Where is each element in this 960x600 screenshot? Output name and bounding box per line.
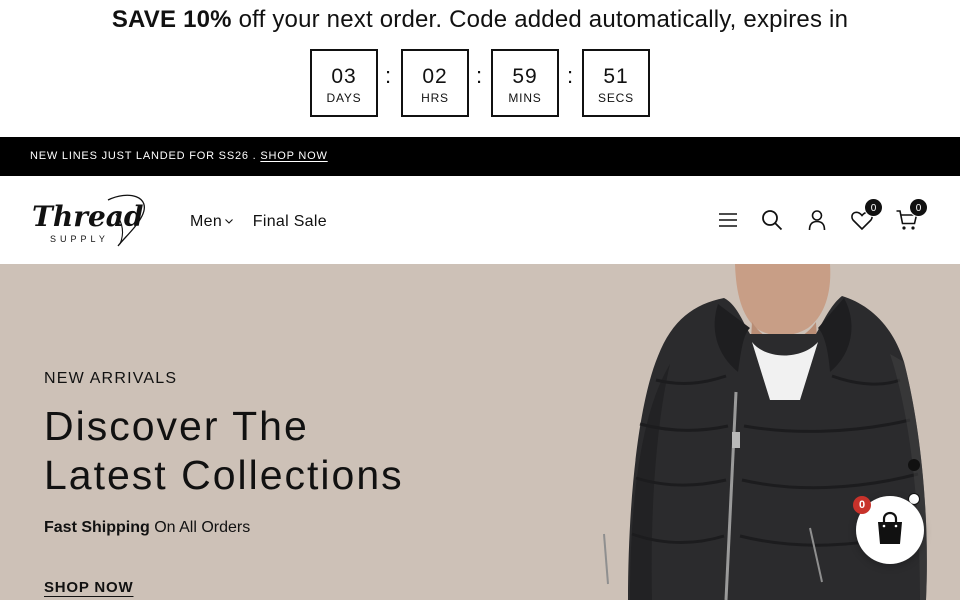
wishlist-count-badge: 0 (864, 198, 883, 217)
hero-banner: NEW ARRIVALS Discover The Latest Collect… (0, 264, 960, 600)
countdown-seconds: 51 SECS (582, 49, 650, 117)
cart-count-badge: 0 (909, 198, 928, 217)
countdown-seconds-value: 51 (603, 65, 629, 88)
main-navigation: Men Final Sale (190, 213, 341, 231)
promo-message-text: off your next order. Code added automati… (231, 6, 849, 33)
nav-item-men-label: Men (190, 213, 223, 231)
svg-text:Thread: Thread (32, 200, 143, 233)
hero-subline-bold: Fast Shipping (44, 519, 150, 536)
svg-text:SUPPLY: SUPPLY (50, 234, 109, 244)
hero-headline-line-2: Latest Collections (44, 452, 404, 498)
countdown-separator: : (385, 63, 392, 88)
countdown-minutes-value: 59 (512, 65, 538, 88)
menu-icon[interactable] (716, 208, 740, 232)
hero-headline: Discover The Latest Collections (44, 402, 404, 500)
countdown-seconds-label: SECS (598, 91, 634, 105)
slide-dot-1[interactable] (908, 459, 920, 471)
nav-item-final-sale[interactable]: Final Sale (253, 213, 327, 231)
countdown-days-label: DAYS (326, 91, 362, 105)
announcement-content: NEW LINES JUST LANDED FOR SS26 . SHOP NO… (30, 150, 328, 162)
hero-subline-text: On All Orders (149, 519, 251, 536)
countdown-hours-value: 02 (422, 65, 448, 88)
promo-countdown-banner: SAVE 10% off your next order. Code added… (0, 0, 960, 137)
countdown-separator: : (567, 63, 574, 88)
countdown-hours-label: HRS (421, 91, 449, 105)
countdown-hours: 02 HRS (401, 49, 469, 117)
promo-message: SAVE 10% off your next order. Code added… (0, 6, 960, 34)
countdown-days-value: 03 (331, 65, 357, 88)
site-header: Thread SUPPLY Men Final Sale 0 0 (0, 176, 960, 264)
countdown-minutes-label: MINS (508, 91, 542, 105)
search-icon[interactable] (760, 208, 784, 232)
announcement-text: NEW LINES JUST LANDED FOR SS26 . (30, 150, 261, 162)
announcement-bar: NEW LINES JUST LANDED FOR SS26 . SHOP NO… (0, 137, 960, 176)
nav-item-final-sale-label: Final Sale (252, 213, 327, 231)
hero-shop-now-button[interactable]: SHOP NOW (44, 579, 133, 596)
countdown-separator: : (476, 63, 483, 88)
countdown-minutes: 59 MINS (491, 49, 559, 117)
countdown-timer: 03 DAYS : 02 HRS : 59 MINS : 51 SECS (310, 49, 650, 117)
hero-eyebrow: NEW ARRIVALS (44, 370, 178, 387)
nav-item-men[interactable]: Men (190, 213, 234, 231)
brand-logo-mark: Thread SUPPLY (32, 194, 145, 247)
brand-logo[interactable]: Thread SUPPLY (30, 190, 150, 250)
countdown-days: 03 DAYS (310, 49, 378, 117)
chevron-down-icon (224, 213, 234, 231)
floating-cart-count-badge: 0 (853, 496, 871, 514)
promo-discount: SAVE 10% (111, 6, 232, 33)
hero-subline: Fast Shipping On All Orders (44, 519, 250, 537)
account-icon[interactable] (805, 208, 829, 232)
announcement-shop-now-link[interactable]: SHOP NOW (260, 150, 327, 162)
hero-headline-line-1: Discover The (44, 403, 309, 449)
